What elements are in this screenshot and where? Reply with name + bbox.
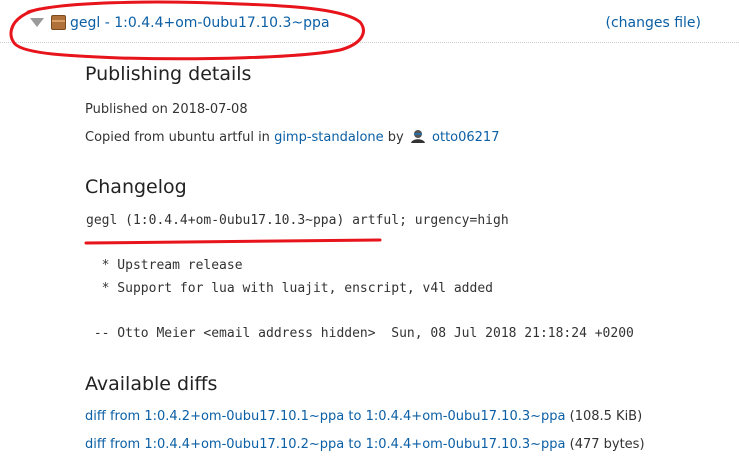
package-icon [51, 15, 66, 30]
expander-triangle-icon[interactable] [30, 18, 44, 27]
package-header-row: gegl - 1:0.4.4+om-0ubu17.10.3~ppa (chang… [0, 0, 739, 43]
publishing-details-heading: Publishing details [85, 63, 252, 85]
changelog-line: * Upstream release [86, 258, 243, 273]
changelog-line: -- Otto Meier <email address hidden> Sun… [86, 325, 634, 341]
changelog-line [86, 233, 634, 256]
changes-file-link[interactable]: (changes file) [605, 15, 701, 31]
diff-size: (477 bytes) [569, 437, 645, 452]
available-diffs-heading: Available diffs [85, 373, 218, 395]
user-icon [410, 130, 425, 143]
package-title-link[interactable]: gegl - 1:0.4.4+om-0ubu17.10.3~ppa [70, 15, 330, 31]
changelog-line: gegl (1:0.4.4+om-0ubu17.10.3~ppa) artful… [86, 213, 509, 228]
changelog-line: * Support for lua with luajit, enscript,… [86, 280, 493, 296]
published-on-text: Published on 2018-07-08 [85, 102, 248, 117]
changelog-line [86, 300, 634, 323]
user-link[interactable]: otto06217 [432, 130, 499, 145]
copied-from-line: Copied from ubuntu artful in gimp-standa… [85, 129, 499, 145]
diff-item: diff from 1:0.4.4+om-0ubu17.10.2~ppa to … [85, 437, 645, 452]
by-text: by [387, 130, 404, 145]
changelog-heading: Changelog [85, 176, 187, 198]
diff-item: diff from 1:0.4.2+om-0ubu17.10.1~ppa to … [85, 409, 642, 424]
diff-link[interactable]: diff from 1:0.4.4+om-0ubu17.10.2~ppa to … [85, 437, 565, 452]
archive-link[interactable]: gimp-standalone [274, 130, 384, 145]
copied-from-text: Copied from ubuntu artful in [85, 130, 270, 145]
diff-link[interactable]: diff from 1:0.4.2+om-0ubu17.10.1~ppa to … [85, 409, 565, 424]
changelog-body: gegl (1:0.4.4+om-0ubu17.10.3~ppa) artful… [86, 210, 634, 345]
diff-size: (108.5 KiB) [569, 409, 643, 424]
